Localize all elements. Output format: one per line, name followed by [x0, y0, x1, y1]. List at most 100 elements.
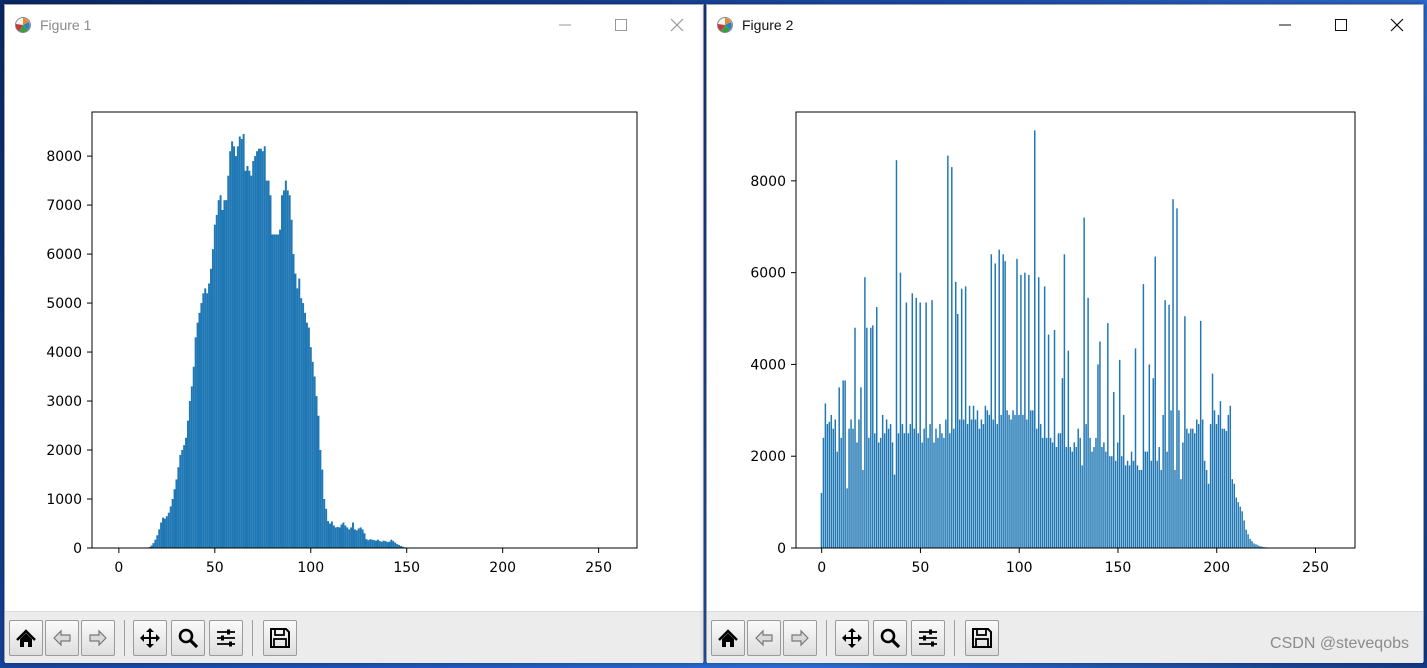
- histogram-bar: [330, 521, 333, 548]
- pan-move-button[interactable]: [133, 620, 167, 656]
- zoom-magnifier-button[interactable]: [171, 620, 205, 656]
- histogram-bar: [903, 433, 906, 548]
- histogram-bar: [1227, 414, 1230, 548]
- histogram-bar: [1115, 460, 1117, 548]
- histogram-bar: [947, 155, 949, 548]
- pan-move-button[interactable]: [835, 620, 869, 656]
- histogram-bar: [321, 469, 324, 548]
- histogram-bar: [380, 541, 383, 548]
- forward-arrow-icon: [791, 629, 809, 647]
- histogram-bar: [1182, 442, 1184, 548]
- histogram-bar: [281, 195, 283, 548]
- maximize-button[interactable]: [593, 5, 649, 45]
- histogram-bar: [1037, 277, 1040, 548]
- close-button[interactable]: [1369, 5, 1425, 45]
- histogram-bar: [943, 437, 945, 548]
- histogram-bar: [982, 424, 985, 548]
- histogram-bar: [386, 542, 389, 548]
- histogram-bar: [311, 361, 314, 548]
- histogram-bar: [394, 542, 397, 548]
- histogram-bar: [887, 428, 890, 548]
- histogram-bar: [294, 273, 297, 548]
- close-icon: [1390, 18, 1404, 32]
- close-icon: [670, 18, 684, 32]
- histogram-bar: [860, 387, 862, 548]
- histogram-bar: [231, 141, 234, 548]
- histogram-bar: [290, 219, 293, 548]
- title-bar[interactable]: Figure 2: [707, 5, 1423, 45]
- histogram-bar: [974, 419, 977, 548]
- histogram-bar: [273, 234, 276, 548]
- histogram-bar: [215, 214, 218, 548]
- histogram-bar: [913, 428, 916, 548]
- histogram-bar: [185, 437, 188, 548]
- histogram-bar: [223, 200, 226, 548]
- histogram-bar: [190, 386, 193, 548]
- histogram-bar: [325, 508, 328, 548]
- x-tick-label: 150: [1105, 560, 1132, 576]
- histogram-bar: [208, 283, 211, 548]
- forward-arrow-button[interactable]: [783, 620, 817, 656]
- histogram-bar: [154, 539, 157, 548]
- histogram-bar: [1225, 430, 1228, 548]
- histogram-bar: [864, 277, 866, 548]
- histogram-bar: [179, 454, 182, 548]
- histogram-bar: [879, 437, 882, 548]
- histogram-bar: [246, 165, 249, 548]
- histogram-bar: [192, 366, 195, 548]
- histogram-bar: [304, 312, 307, 548]
- histogram-bar: [284, 180, 287, 548]
- bars-group: [148, 134, 418, 549]
- histogram-bar: [219, 195, 222, 548]
- histogram-bar: [1197, 424, 1200, 548]
- histogram-bar: [167, 512, 170, 548]
- histogram-bar: [1059, 433, 1062, 548]
- x-tick-label: 250: [585, 560, 612, 576]
- forward-arrow-button[interactable]: [81, 620, 115, 656]
- save-floppy-icon: [270, 628, 290, 648]
- histogram-bar: [152, 543, 155, 548]
- histogram-bar: [844, 380, 846, 548]
- back-arrow-button[interactable]: [45, 620, 79, 656]
- minimize-button[interactable]: [1257, 5, 1313, 45]
- histogram-bar: [956, 313, 959, 548]
- save-floppy-button[interactable]: [965, 620, 999, 656]
- histogram-bar: [1018, 414, 1020, 548]
- histogram-bar: [842, 380, 844, 548]
- histogram-bar: [173, 489, 176, 548]
- histogram-bar: [1116, 442, 1119, 548]
- histogram-bar: [1176, 208, 1178, 548]
- histogram-bar: [1154, 256, 1156, 548]
- y-tick-label: 8000: [46, 149, 82, 165]
- histogram-bar: [927, 437, 929, 548]
- minimize-button[interactable]: [537, 5, 593, 45]
- save-floppy-button[interactable]: [263, 620, 297, 656]
- histogram-bar: [363, 533, 366, 548]
- histogram-plot-area[interactable]: 0 50 100 150 200 250 0 1000 2000 3000 4000 5000 6000…: [5, 45, 703, 611]
- histogram-bar: [939, 424, 941, 548]
- close-button[interactable]: [649, 5, 705, 45]
- histogram-bar: [236, 146, 239, 548]
- histogram-bar: [1065, 447, 1068, 548]
- back-arrow-button[interactable]: [747, 620, 781, 656]
- maximize-button[interactable]: [1313, 5, 1369, 45]
- histogram-bar: [1162, 414, 1164, 548]
- histogram-bar: [275, 234, 278, 548]
- configure-subplots-button[interactable]: [209, 620, 243, 656]
- x-tick-label: 50: [206, 560, 224, 576]
- title-bar[interactable]: Figure 1: [5, 5, 703, 45]
- histogram-bar: [373, 540, 376, 548]
- configure-subplots-button[interactable]: [911, 620, 945, 656]
- histogram-bar: [350, 527, 353, 548]
- home-icon: [718, 629, 738, 647]
- home-button[interactable]: [711, 620, 745, 656]
- zoom-magnifier-button[interactable]: [873, 620, 907, 656]
- histogram-bar: [976, 410, 979, 548]
- histogram-plot-area[interactable]: 0 50 100 150 200 250 0 2000 4000 6000 8000: [707, 45, 1423, 611]
- histogram-bar: [277, 234, 280, 548]
- histogram-bar: [200, 303, 203, 548]
- matplotlib-app-icon: [15, 17, 31, 33]
- histogram-bar: [1134, 348, 1137, 548]
- y-tick-label: 6000: [46, 247, 82, 263]
- home-button[interactable]: [9, 620, 43, 656]
